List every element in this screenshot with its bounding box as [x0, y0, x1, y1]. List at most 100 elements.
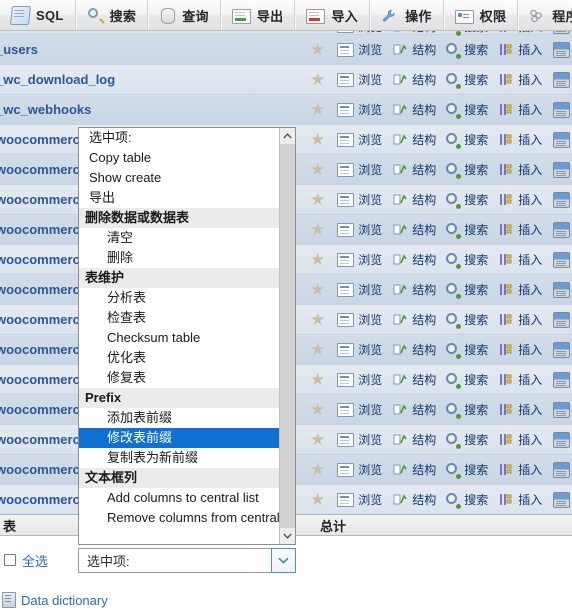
table-name-link[interactable]: _wc_download_log — [0, 72, 115, 87]
action-insert[interactable]: 插入 — [493, 341, 547, 358]
favorite-star-icon[interactable]: ★ — [301, 341, 331, 358]
select-all-control[interactable]: 全选 — [0, 546, 48, 574]
action-empty[interactable] — [547, 71, 572, 89]
action-browse[interactable]: 浏览 — [331, 131, 387, 148]
table-name-link[interactable]: woocommerce — [0, 462, 87, 477]
favorite-star-icon[interactable]: ★ — [301, 71, 331, 88]
action-insert[interactable]: 插入 — [493, 131, 547, 148]
table-name-link[interactable]: woocommerce — [0, 342, 87, 357]
table-name-link[interactable]: woocommerce — [0, 372, 87, 387]
favorite-star-icon[interactable]: ★ — [301, 431, 331, 448]
action-browse[interactable]: 浏览 — [331, 161, 387, 178]
action-browse[interactable]: 浏览 — [331, 31, 387, 35]
tab-operations[interactable]: 操作 — [370, 0, 444, 30]
action-structure[interactable]: 结构 — [387, 311, 441, 328]
action-search[interactable]: 搜索 — [441, 431, 493, 449]
tab-routines[interactable]: 程序 — [518, 0, 572, 30]
action-search[interactable]: 搜索 — [441, 491, 493, 509]
action-insert[interactable]: 插入 — [493, 371, 547, 388]
table-row[interactable]: _wc_download_log ★ 浏览 结构 搜索 插入 — [0, 65, 572, 95]
action-structure[interactable]: 结构 — [387, 71, 441, 88]
table-name-link[interactable]: woocommerce — [0, 402, 87, 417]
table-name-link[interactable]: woocommerce — [0, 132, 87, 147]
action-empty[interactable] — [547, 281, 572, 299]
action-browse[interactable]: 浏览 — [331, 401, 387, 418]
dropdown-option[interactable]: Show create — [79, 168, 280, 188]
action-insert[interactable]: 插入 — [493, 161, 547, 178]
table-name-link[interactable]: woocommerce — [0, 282, 87, 297]
action-search[interactable]: 搜索 — [441, 101, 493, 119]
action-search[interactable]: 搜索 — [441, 131, 493, 149]
dropdown-option[interactable]: 删除 — [79, 248, 280, 268]
action-empty[interactable] — [547, 311, 572, 329]
action-insert[interactable]: 插入 — [493, 101, 547, 118]
table-name-cell[interactable]: _users — [0, 42, 301, 57]
action-structure[interactable]: 结构 — [387, 401, 441, 418]
dropdown-option[interactable]: Add columns to central list — [79, 488, 280, 508]
table-name-link[interactable]: woocommerce — [0, 192, 87, 207]
favorite-star-icon[interactable]: ★ — [301, 371, 331, 388]
scroll-down-icon[interactable] — [280, 528, 295, 544]
tab-search[interactable]: 搜索 — [76, 0, 149, 30]
action-search[interactable]: 搜索 — [441, 461, 493, 479]
table-name-link[interactable]: _wc_webhooks — [0, 102, 91, 117]
table-row[interactable]: _users ★ 浏览 结构 搜索 插入 — [0, 35, 572, 65]
favorite-star-icon[interactable]: ★ — [301, 281, 331, 298]
table-name-link[interactable]: woocommerce — [0, 432, 87, 447]
action-structure[interactable]: 结构 — [387, 251, 441, 268]
action-browse[interactable]: 浏览 — [331, 491, 387, 508]
favorite-star-icon[interactable]: ★ — [301, 191, 331, 208]
action-search[interactable]: 搜索 — [441, 191, 493, 209]
action-empty[interactable] — [547, 251, 572, 269]
dropdown-option[interactable]: 检查表 — [79, 308, 280, 328]
dropdown-option[interactable]: 导出 — [79, 188, 280, 208]
action-insert[interactable]: 插入 — [493, 461, 547, 478]
action-search[interactable]: 搜索 — [441, 281, 493, 299]
action-search[interactable]: 搜索 — [441, 311, 493, 329]
dropdown-option[interactable]: 清空 — [79, 228, 280, 248]
action-search[interactable]: 搜索 — [441, 371, 493, 389]
action-insert[interactable]: 插入 — [493, 221, 547, 238]
action-structure[interactable]: 结构 — [387, 431, 441, 448]
action-empty[interactable] — [547, 401, 572, 419]
table-name-link[interactable]: woocommerce — [0, 252, 87, 267]
action-insert[interactable]: 插入 — [493, 251, 547, 268]
select-all-label[interactable]: 全选 — [22, 551, 48, 570]
action-structure[interactable]: 结构 — [387, 31, 441, 35]
action-empty[interactable] — [547, 41, 572, 59]
favorite-star-icon[interactable]: ★ — [301, 311, 331, 328]
table-row[interactable]: _wc_webhooks ★ 浏览 结构 搜索 插入 — [0, 95, 572, 125]
table-name-cell[interactable]: _wc_download_log — [0, 72, 301, 87]
action-structure[interactable]: 结构 — [387, 191, 441, 208]
action-empty[interactable] — [547, 161, 572, 179]
action-search[interactable]: 搜索 — [441, 71, 493, 89]
table-name-link[interactable]: woocommerce — [0, 312, 87, 327]
data-dictionary-label[interactable]: Data dictionary — [21, 593, 108, 608]
action-empty[interactable] — [547, 131, 572, 149]
action-structure[interactable]: 结构 — [387, 221, 441, 238]
dropdown-option[interactable]: Remove columns from central list — [79, 508, 280, 528]
action-search[interactable]: 搜索 — [441, 161, 493, 179]
dropdown-option[interactable]: 选中项: — [79, 128, 280, 148]
action-search[interactable]: 搜索 — [441, 251, 493, 269]
table-name-cell[interactable]: _wc_webhooks — [0, 102, 301, 117]
action-empty[interactable] — [547, 191, 572, 209]
dropdown-option[interactable]: 分析表 — [79, 288, 280, 308]
favorite-star-icon[interactable]: ★ — [301, 221, 331, 238]
dropdown-option[interactable]: 修复表 — [79, 368, 280, 388]
action-structure[interactable]: 结构 — [387, 101, 441, 118]
action-search[interactable]: 搜索 — [441, 31, 493, 36]
action-browse[interactable]: 浏览 — [331, 191, 387, 208]
action-structure[interactable]: 结构 — [387, 341, 441, 358]
action-insert[interactable]: 插入 — [493, 311, 547, 328]
action-structure[interactable]: 结构 — [387, 461, 441, 478]
action-insert[interactable]: 插入 — [493, 491, 547, 508]
action-browse[interactable]: 浏览 — [331, 311, 387, 328]
data-dictionary-link[interactable]: Data dictionary — [2, 592, 108, 608]
dropdown-option-selected[interactable]: 修改表前缀 — [79, 428, 280, 448]
action-empty[interactable] — [547, 221, 572, 239]
table-name-link[interactable]: woocommerce — [0, 492, 87, 507]
chevron-down-icon[interactable] — [271, 548, 296, 573]
tab-import[interactable]: 导入 — [295, 0, 371, 30]
table-name-link[interactable]: _users — [0, 42, 38, 57]
